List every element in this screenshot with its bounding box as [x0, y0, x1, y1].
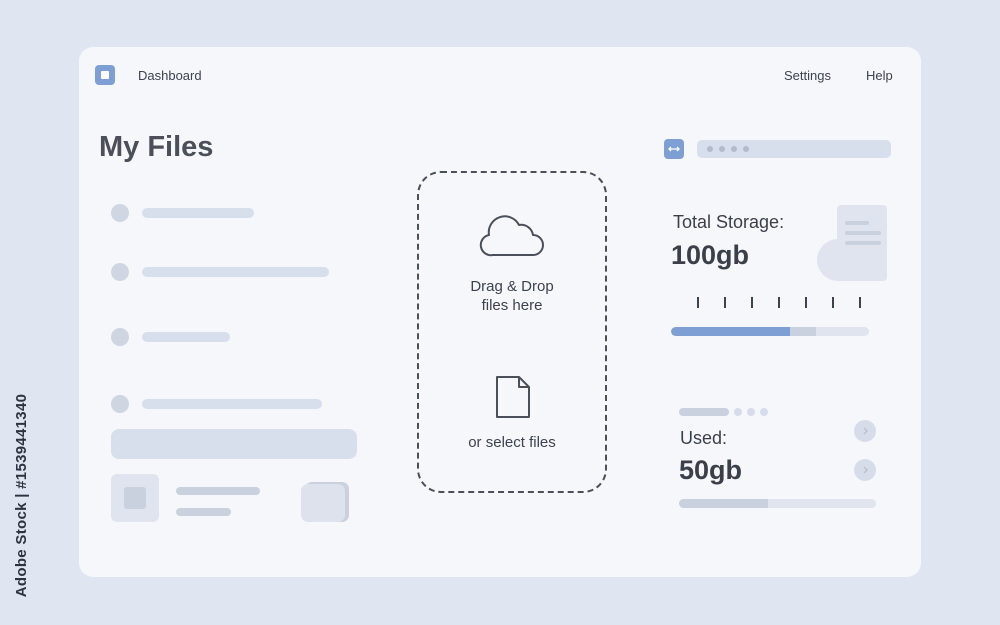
- storage-scale-tick: [832, 297, 834, 308]
- file-icon: [496, 376, 530, 418]
- app-logo-icon[interactable]: [95, 65, 115, 85]
- file-list-item[interactable]: [111, 204, 341, 222]
- search-bar-placeholder[interactable]: [111, 429, 357, 459]
- storage-progress-segment: [789, 327, 816, 336]
- file-dropzone[interactable]: Drag & Drop files here or select files: [417, 171, 607, 493]
- file-item-placeholder: [142, 267, 329, 277]
- total-storage-label: Total Storage:: [673, 212, 785, 232]
- watermark-text: Adobe Stock | #1539441340: [13, 393, 31, 598]
- cloud-icon: [479, 215, 544, 257]
- file-list-item[interactable]: [111, 328, 341, 346]
- dropzone-text-line1: Drag & Drop: [470, 278, 554, 295]
- nav-help-link[interactable]: Help: [866, 68, 893, 83]
- storage-scale-tick: [724, 297, 726, 308]
- file-list-item[interactable]: [111, 263, 341, 281]
- storage-scale-tick: [697, 297, 699, 308]
- document-illustration-icon: [817, 205, 887, 281]
- file-item-placeholder: [142, 208, 254, 218]
- file-list-item[interactable]: [111, 395, 341, 413]
- total-storage-value: 100gb: [671, 240, 750, 270]
- file-item-bullet: [111, 328, 129, 346]
- storage-scale-tick: [751, 297, 753, 308]
- used-storage-label: Used:: [680, 428, 728, 448]
- file-thumbnail[interactable]: [111, 474, 159, 522]
- chevron-right-icon[interactable]: [854, 459, 876, 481]
- file-name-placeholder: [176, 487, 260, 495]
- file-meta-placeholder: [176, 508, 231, 516]
- expand-icon[interactable]: [664, 139, 684, 159]
- storage-progress-fill: [671, 327, 790, 336]
- page-title: My Files: [99, 131, 214, 163]
- app-window: Dashboard Settings Help My Files Drag & …: [79, 47, 921, 577]
- usage-header-placeholder: [679, 408, 729, 416]
- app-title[interactable]: Dashboard: [138, 68, 202, 83]
- file-item-placeholder: [142, 332, 230, 342]
- dropzone-text-line2: files here: [481, 297, 543, 314]
- used-progress-fill: [679, 499, 768, 508]
- used-storage-value: 50gb: [679, 455, 743, 485]
- image-icon: [124, 487, 146, 509]
- folder-icon[interactable]: [301, 482, 349, 522]
- storage-scale-tick: [805, 297, 807, 308]
- storage-scale-tick: [859, 297, 861, 308]
- nav-settings-link[interactable]: Settings: [784, 68, 831, 83]
- used-progress-bar: [679, 499, 876, 508]
- file-item-bullet: [111, 395, 129, 413]
- chevron-right-icon[interactable]: [854, 420, 876, 442]
- select-files-link[interactable]: or select files: [419, 433, 605, 452]
- file-item-bullet: [111, 263, 129, 281]
- stock-watermark: Adobe Stock | #1539441340: [8, 378, 36, 613]
- breadcrumb-placeholder[interactable]: [697, 140, 891, 158]
- storage-scale-tick: [778, 297, 780, 308]
- storage-progress-bar: [671, 327, 869, 336]
- file-item-bullet: [111, 204, 129, 222]
- file-item-placeholder: [142, 399, 322, 409]
